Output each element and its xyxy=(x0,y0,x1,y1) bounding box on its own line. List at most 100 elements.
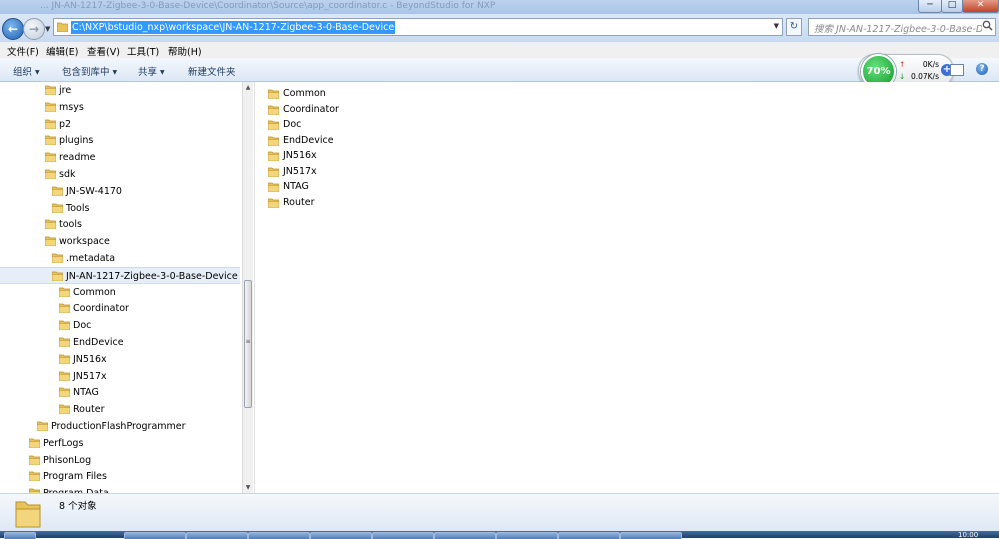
tree-item[interactable]: readme xyxy=(0,149,240,166)
menu-view[interactable]: 查看(V) xyxy=(87,44,120,58)
file-item-label: Coordinator xyxy=(283,103,339,115)
file-item-label: Common xyxy=(283,88,326,99)
tree-item[interactable]: jre xyxy=(0,82,240,99)
refresh-button[interactable]: ↻ xyxy=(786,18,802,36)
tree-item[interactable]: Coordinator xyxy=(0,300,240,317)
include-in-library-button[interactable]: 包含到库中 ▼ xyxy=(62,64,117,78)
title-bar: ... JN-AN-1217-Zigbee-3-0-Base-Device\Co… xyxy=(0,0,999,14)
menu-help[interactable]: 帮助(H) xyxy=(168,44,202,58)
tree-item-label: EndDevice xyxy=(73,337,124,348)
folder-icon xyxy=(268,105,279,115)
tree-item[interactable]: plugins xyxy=(0,132,240,149)
upload-speed-value: 0K/s xyxy=(922,60,939,69)
folder-icon xyxy=(59,404,70,415)
tree-item-label: JN-AN-1217-Zigbee-3-0-Base-Device xyxy=(66,270,238,282)
navigation-scrollbar[interactable]: ▲ ≡ ▼ xyxy=(242,82,253,493)
menu-file[interactable]: 文件(F) xyxy=(7,44,39,58)
tree-item[interactable]: Program Data xyxy=(0,485,240,493)
tree-item[interactable]: ProductionFlashProgrammer xyxy=(0,418,240,435)
address-dropdown-icon[interactable]: ▼ xyxy=(774,22,779,30)
tree-item-label: Tools xyxy=(66,202,90,214)
command-toolbar: 组织 ▼ 包含到库中 ▼ 共享 ▼ 新建文件夹 xyxy=(0,58,999,82)
file-item-label: Doc xyxy=(283,119,302,130)
folder-icon xyxy=(37,421,48,431)
tree-item[interactable]: Tools xyxy=(0,200,240,217)
folder-icon xyxy=(268,136,279,146)
close-button[interactable]: ✕ xyxy=(962,0,999,13)
folder-icon xyxy=(52,203,63,213)
taskbar: 10:00 xyxy=(0,531,999,539)
tree-item-label: tools xyxy=(59,219,82,231)
recent-pages-dropdown[interactable]: ▼ xyxy=(45,25,50,33)
preview-pane-icon[interactable] xyxy=(950,64,964,76)
tree-item[interactable]: JN516x xyxy=(0,351,240,368)
tree-item[interactable]: NTAG xyxy=(0,384,240,401)
tree-item[interactable]: workspace xyxy=(0,233,240,250)
back-button[interactable]: ← xyxy=(2,18,24,40)
scrollbar-thumb[interactable]: ≡ xyxy=(244,280,252,408)
file-item-label: JN517x xyxy=(283,165,317,177)
tree-item[interactable]: .metadata xyxy=(0,250,240,267)
folder-icon xyxy=(59,337,70,347)
menu-bar: 文件(F) 编辑(E) 查看(V) 工具(T) 帮助(H) xyxy=(0,42,999,58)
tree-item-label: JN516x xyxy=(73,353,107,365)
new-folder-button[interactable]: 新建文件夹 xyxy=(188,64,236,78)
folder-icon xyxy=(29,455,40,465)
share-button[interactable]: 共享 ▼ xyxy=(138,64,165,78)
maximize-button[interactable]: □ xyxy=(941,0,963,13)
tree-item[interactable]: msys xyxy=(0,99,240,116)
tree-item[interactable]: EndDevice xyxy=(0,334,240,351)
arrow-right-icon: → xyxy=(28,22,40,36)
tree-item-label: NTAG xyxy=(73,387,99,399)
scroll-down-arrow-icon[interactable]: ▼ xyxy=(243,484,253,491)
tree-item[interactable]: sdk xyxy=(0,166,240,183)
tree-item[interactable]: Common xyxy=(0,284,240,301)
organize-button[interactable]: 组织 ▼ xyxy=(13,64,40,78)
folder-icon xyxy=(45,135,56,146)
include-library-label: 包含到库中 xyxy=(62,67,110,78)
address-bar[interactable]: C:\NXP\bstudio_nxp\workspace\JN-AN-1217-… xyxy=(53,18,783,36)
scroll-up-arrow-icon[interactable]: ▲ xyxy=(243,84,253,91)
folder-icon xyxy=(14,498,42,528)
tree-item-label: Coordinator xyxy=(73,303,129,315)
tree-item[interactable]: Doc xyxy=(0,317,240,334)
search-icon[interactable] xyxy=(982,20,993,31)
tree-item[interactable]: p2 xyxy=(0,116,240,133)
help-icon[interactable]: ? xyxy=(976,63,988,75)
file-item-label: NTAG xyxy=(283,181,309,192)
folder-icon xyxy=(59,287,70,297)
folder-icon xyxy=(29,438,40,448)
tree-item-label: JN-SW-4170 xyxy=(66,185,122,197)
tree-item[interactable]: Router xyxy=(0,401,240,418)
download-speed-value: 0.07K/s xyxy=(910,72,939,81)
folder-icon xyxy=(52,253,63,263)
menu-edit[interactable]: 编辑(E) xyxy=(46,44,78,58)
minimize-button[interactable]: ─ xyxy=(918,0,942,13)
folder-icon xyxy=(45,152,56,163)
folder-icon xyxy=(45,236,56,247)
tree-item[interactable]: JN-AN-1217-Zigbee-3-0-Base-Device xyxy=(0,266,240,284)
tree-item[interactable]: PhisonLog xyxy=(0,452,240,469)
menu-tools[interactable]: 工具(T) xyxy=(127,44,159,58)
tree-item[interactable]: JN517x xyxy=(0,368,240,385)
tree-item[interactable]: JN-SW-4170 xyxy=(0,183,240,200)
file-item-label: EndDevice xyxy=(283,134,334,146)
folder-icon xyxy=(52,186,63,196)
tree-item[interactable]: PerfLogs xyxy=(0,435,240,452)
search-placeholder: 搜索 JN-AN-1217-Zigbee-3-0-Base-D... xyxy=(814,24,982,35)
upload-arrow-icon: ↑ xyxy=(899,60,906,69)
forward-button[interactable]: → xyxy=(23,18,45,40)
search-input[interactable]: 搜索 JN-AN-1217-Zigbee-3-0-Base-D... xyxy=(808,18,996,36)
organize-label: 组织 xyxy=(13,67,33,78)
folder-icon xyxy=(59,371,70,381)
folder-icon xyxy=(45,85,56,95)
tree-item[interactable]: Program Files xyxy=(0,468,240,485)
tree-item[interactable]: tools xyxy=(0,216,240,233)
tree-item-label: plugins xyxy=(59,135,94,147)
download-speed: ↓ 0.07K/s xyxy=(899,72,939,81)
chevron-down-icon: ▼ xyxy=(35,69,40,76)
refresh-icon: ↻ xyxy=(789,21,799,32)
folder-icon xyxy=(268,151,279,161)
folder-icon xyxy=(268,198,279,208)
address-path[interactable]: C:\NXP\bstudio_nxp\workspace\JN-AN-1217-… xyxy=(71,21,396,34)
